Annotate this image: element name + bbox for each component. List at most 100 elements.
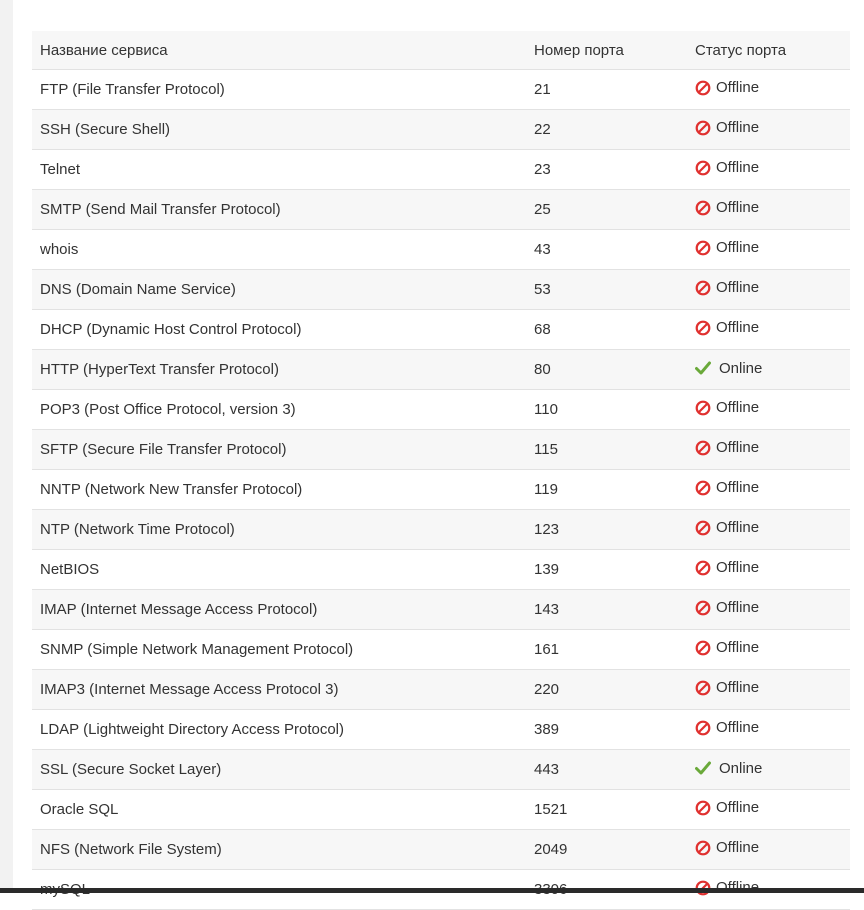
port-number-cell: 2049 (526, 829, 687, 870)
status-label: Offline (716, 639, 760, 657)
status-label: Offline (716, 839, 760, 857)
content-panel: Название сервиса Номер порта Статус порт… (13, 0, 864, 910)
port-number-cell: 23 (526, 149, 687, 190)
no-entry-icon (695, 200, 716, 216)
table-row: SSH (Secure Shell) 22 Offline (32, 109, 850, 150)
status-label: Offline (716, 439, 760, 457)
status-label: Online (719, 759, 763, 777)
header-service: Название сервиса (32, 31, 526, 70)
header-status: Статус порта (687, 31, 850, 70)
table-row: Telnet 23 Offline (32, 149, 850, 190)
port-status-cell: Offline (687, 829, 850, 870)
port-number-cell: 119 (526, 469, 687, 510)
port-status-cell: Offline (687, 709, 850, 750)
port-status-cell: Offline (687, 309, 850, 350)
status-label: Offline (716, 679, 760, 697)
service-name-cell: IMAP3 (Internet Message Access Protocol … (32, 669, 526, 710)
status-indicator: Offline (695, 559, 759, 576)
port-number-cell: 1521 (526, 789, 687, 830)
table-row: SFTP (Secure File Transfer Protocol) 115 O… (32, 429, 850, 470)
status-indicator: Offline (695, 199, 759, 216)
no-entry-icon (695, 560, 716, 576)
service-name-cell: SMTP (Send Mail Transfer Protocol) (32, 189, 526, 230)
service-name-cell: SFTP (Secure File Transfer Protocol) (32, 429, 526, 470)
status-label: Offline (716, 119, 760, 137)
port-status-cell: Offline (687, 109, 850, 150)
port-number-cell: 143 (526, 589, 687, 630)
table-row: whois 43 Offline (32, 229, 850, 270)
status-indicator: Offline (695, 319, 759, 336)
port-number-cell: 443 (526, 749, 687, 790)
status-label: Online (719, 359, 763, 377)
status-indicator: Offline (695, 519, 759, 536)
status-label: Offline (716, 479, 760, 497)
status-label: Offline (716, 279, 760, 297)
table-row: DHCP (Dynamic Host Control Protocol) 68 Of… (32, 309, 850, 350)
status-label: Offline (716, 199, 760, 217)
port-status-cell: Offline (687, 549, 850, 590)
no-entry-icon (695, 80, 716, 96)
service-name-cell: NFS (Network File System) (32, 829, 526, 870)
bottom-taskbar-edge (0, 888, 864, 893)
status-indicator: Offline (695, 799, 759, 816)
port-status-cell: Online (687, 749, 850, 790)
port-number-cell: 110 (526, 389, 687, 430)
status-indicator: Offline (695, 239, 759, 256)
table-row: IMAP3 (Internet Message Access Protocol … (32, 669, 850, 710)
no-entry-icon (695, 720, 716, 736)
status-label: Offline (716, 399, 760, 417)
no-entry-icon (695, 840, 716, 856)
table-row: HTTP (HyperText Transfer Protocol) 80 Onli… (32, 349, 850, 390)
port-number-cell: 80 (526, 349, 687, 390)
status-indicator: Offline (695, 119, 759, 136)
status-indicator: Offline (695, 639, 759, 656)
port-number-cell: 68 (526, 309, 687, 350)
no-entry-icon (695, 160, 716, 176)
table-row: LDAP (Lightweight Directory Access Proto… (32, 709, 850, 750)
port-number-cell: 21 (526, 69, 687, 110)
service-name-cell: Telnet (32, 149, 526, 190)
no-entry-icon (695, 800, 716, 816)
left-background-strip (0, 0, 13, 893)
no-entry-icon (695, 400, 716, 416)
port-status-cell: Offline (687, 669, 850, 710)
port-number-cell: 43 (526, 229, 687, 270)
port-status-cell: Offline (687, 429, 850, 470)
port-number-cell: 115 (526, 429, 687, 470)
port-number-cell: 161 (526, 629, 687, 670)
no-entry-icon (695, 320, 716, 336)
status-indicator: Offline (695, 399, 759, 416)
service-name-cell: POP3 (Post Office Protocol, version 3) (32, 389, 526, 430)
no-entry-icon (695, 640, 716, 656)
port-number-cell: 25 (526, 189, 687, 230)
header-port: Номер порта (526, 31, 687, 70)
table-row: FTP (File Transfer Protocol) 21 Offline (32, 69, 850, 110)
port-status-cell: Offline (687, 69, 850, 110)
status-indicator: Offline (695, 439, 759, 456)
table-row: NetBIOS 139 Offline (32, 549, 850, 590)
status-indicator: Online (695, 360, 762, 377)
port-status-cell: Offline (687, 629, 850, 670)
check-icon (695, 761, 719, 775)
status-label: Offline (716, 599, 760, 617)
status-label: Offline (716, 719, 760, 737)
no-entry-icon (695, 680, 716, 696)
service-name-cell: whois (32, 229, 526, 270)
status-indicator: Offline (695, 679, 759, 696)
port-status-cell: Offline (687, 509, 850, 550)
service-name-cell: DNS (Domain Name Service) (32, 269, 526, 310)
service-name-cell: NetBIOS (32, 549, 526, 590)
table-row: SNMP (Simple Network Management Protocol… (32, 629, 850, 670)
no-entry-icon (695, 600, 716, 616)
no-entry-icon (695, 520, 716, 536)
port-status-cell: Offline (687, 469, 850, 510)
status-indicator: Offline (695, 479, 759, 496)
status-indicator: Offline (695, 599, 759, 616)
service-name-cell: SSH (Secure Shell) (32, 109, 526, 150)
port-status-cell: Offline (687, 589, 850, 630)
port-status-cell: Offline (687, 389, 850, 430)
status-indicator: Offline (695, 839, 759, 856)
service-name-cell: IMAP (Internet Message Access Protocol) (32, 589, 526, 630)
no-entry-icon (695, 480, 716, 496)
status-label: Offline (716, 559, 760, 577)
